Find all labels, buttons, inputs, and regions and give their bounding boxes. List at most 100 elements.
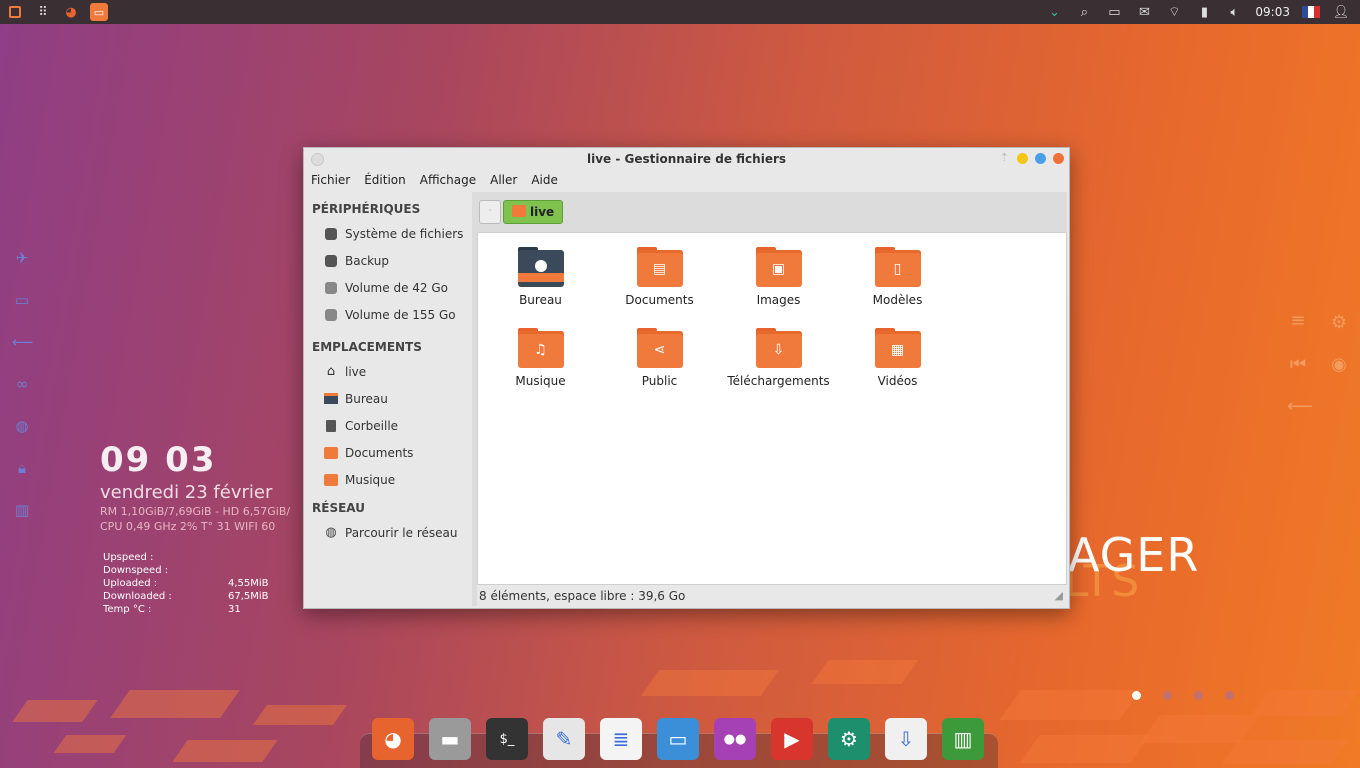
menu-affichage[interactable]: Affichage bbox=[413, 170, 483, 190]
trash-icon[interactable]: ▥ bbox=[942, 718, 984, 760]
menubar: Fichier Édition Affichage Aller Aide bbox=[304, 170, 1069, 190]
menu-aller[interactable]: Aller bbox=[483, 170, 524, 190]
software-install-icon[interactable]: ⇩ bbox=[885, 718, 927, 760]
resize-grip-icon[interactable]: ◢ bbox=[1055, 586, 1063, 606]
widget-cpu: CPU 0,49 GHz 2% T° 31 WIFI 60 bbox=[100, 520, 276, 533]
screenshot-icon[interactable]: ▭ bbox=[657, 718, 699, 760]
drive-icon bbox=[324, 227, 338, 241]
back-arrow-icon[interactable]: ⟵ bbox=[1287, 396, 1313, 418]
text-editor-icon[interactable]: ✎ bbox=[543, 718, 585, 760]
mail-icon[interactable]: ✉ bbox=[1135, 3, 1153, 21]
sidebar: PÉRIPHÉRIQUES Système de fichiers Backup… bbox=[304, 192, 472, 606]
path-back-button[interactable]: · bbox=[479, 200, 501, 224]
file-manager-icon[interactable]: ▭ bbox=[90, 3, 108, 21]
sidebar-item-volume-42[interactable]: Volume de 42 Go bbox=[304, 274, 472, 301]
clock-widget: 09 03 vendredi 23 février RM 1,10GiB/7,6… bbox=[100, 440, 290, 533]
mask-icon[interactable]: ∞ bbox=[12, 374, 32, 394]
file-item-telechargements[interactable]: ⇩ Téléchargements bbox=[719, 324, 838, 399]
plane-icon[interactable]: ✈ bbox=[12, 248, 32, 268]
file-item-modeles[interactable]: ▯ Modèles bbox=[838, 243, 957, 318]
panel-clock[interactable]: 09:03 bbox=[1255, 5, 1290, 19]
public-folder-icon: ⋖ bbox=[636, 328, 683, 368]
menu-icon[interactable] bbox=[6, 3, 24, 21]
file-manager-icon[interactable]: ▬ bbox=[429, 718, 471, 760]
menu-fichier[interactable]: Fichier bbox=[304, 170, 357, 190]
window-menu-icon[interactable] bbox=[311, 153, 324, 166]
lock-icon[interactable]: 🔒︎ bbox=[12, 458, 32, 478]
user-icon[interactable]: 👤︎ bbox=[1332, 3, 1350, 21]
eye-icon[interactable]: ◉ bbox=[1328, 354, 1350, 376]
workspace-dot[interactable] bbox=[1132, 691, 1141, 700]
sidebar-section-title: RÉSEAU bbox=[312, 501, 365, 515]
desktop-folder-icon bbox=[517, 247, 564, 287]
french-flag-icon[interactable] bbox=[1302, 3, 1320, 21]
file-item-musique[interactable]: ♫ Musique bbox=[481, 324, 600, 399]
window-title: live - Gestionnaire de fichiers bbox=[586, 152, 787, 166]
terminal-icon[interactable]: $_ bbox=[486, 718, 528, 760]
file-manager-window: live - Gestionnaire de fichiers ⇡ Fichie… bbox=[303, 147, 1070, 609]
chevron-down-icon[interactable]: ⌄ bbox=[1045, 3, 1063, 21]
media-player-icon[interactable]: ●● bbox=[714, 718, 756, 760]
list-icon[interactable]: ≡ bbox=[1287, 310, 1309, 332]
folder-icon bbox=[324, 473, 338, 487]
path-button-live[interactable]: live bbox=[503, 200, 564, 224]
sidebar-item-live[interactable]: ⌂ live bbox=[304, 358, 472, 385]
volume-icon[interactable]: 🔈︎ bbox=[1225, 3, 1243, 21]
maximize-button[interactable] bbox=[1035, 153, 1046, 164]
wifi-icon[interactable]: ⌔ bbox=[1165, 3, 1183, 21]
location-toolbar: · live bbox=[477, 192, 1067, 232]
sidebar-section-title: EMPLACEMENTS bbox=[312, 340, 422, 354]
search-icon[interactable]: ⌕ bbox=[1075, 3, 1093, 21]
menu-aide[interactable]: Aide bbox=[524, 170, 565, 190]
pin-icon[interactable]: ⇡ bbox=[1000, 151, 1009, 164]
file-item-bureau[interactable]: Bureau bbox=[481, 243, 600, 318]
widget-date: vendredi 23 février bbox=[100, 482, 273, 503]
brand-title: AGER bbox=[1068, 528, 1200, 582]
status-text: 8 éléments, espace libre : 39,6 Go bbox=[479, 589, 686, 603]
left-launcher: ✈ ▭ ⟵ ∞ ◍ 🔒︎ ▥ bbox=[12, 248, 34, 520]
file-view[interactable]: Bureau ▤ Documents ▣ Images ▯ Modèles ♫ … bbox=[477, 232, 1067, 585]
arrow-left-icon[interactable]: ⟵ bbox=[12, 332, 34, 352]
file-item-public[interactable]: ⋖ Public bbox=[600, 324, 719, 399]
images-folder-icon: ▣ bbox=[755, 247, 802, 287]
youtube-icon[interactable]: ▶ bbox=[771, 718, 813, 760]
widget-time: 09 03 bbox=[100, 440, 217, 480]
downloads-folder-icon: ⇩ bbox=[755, 328, 802, 368]
stat-row: Uploaded :4,55MiB bbox=[103, 578, 269, 589]
clipboard-icon[interactable]: ▮ bbox=[1195, 3, 1213, 21]
menu-edition[interactable]: Édition bbox=[357, 170, 413, 190]
file-item-documents[interactable]: ▤ Documents bbox=[600, 243, 719, 318]
sidebar-item-backup[interactable]: Backup bbox=[304, 247, 472, 274]
workspace-dot[interactable] bbox=[1194, 691, 1203, 700]
sidebar-item-bureau[interactable]: Bureau bbox=[304, 385, 472, 412]
file-item-videos[interactable]: ▦ Vidéos bbox=[838, 324, 957, 399]
chart-icon[interactable]: ▥ bbox=[12, 500, 32, 520]
sidebar-item-network[interactable]: ◍ Parcourir le réseau bbox=[304, 519, 472, 546]
stat-row: Downloaded :67,5MiB bbox=[103, 591, 269, 602]
sidebar-item-filesystem[interactable]: Système de fichiers bbox=[304, 220, 472, 247]
firefox-icon[interactable]: ◕ bbox=[62, 3, 80, 21]
sidebar-item-volume-155[interactable]: Volume de 155 Go bbox=[304, 301, 472, 328]
globe-icon[interactable]: ◍ bbox=[12, 416, 32, 436]
gear-icon[interactable]: ⚙ bbox=[1328, 312, 1350, 334]
workspace-dot[interactable] bbox=[1163, 691, 1172, 700]
videos-folder-icon: ▦ bbox=[874, 328, 921, 368]
drive-icon bbox=[324, 281, 338, 295]
settings-icon[interactable]: ⚙ bbox=[828, 718, 870, 760]
workspace-dot[interactable] bbox=[1225, 691, 1234, 700]
screen-icon[interactable]: ▭ bbox=[12, 290, 32, 310]
sidebar-item-documents[interactable]: Documents bbox=[304, 439, 472, 466]
writer-icon[interactable]: ≣ bbox=[600, 718, 642, 760]
minimize-button[interactable] bbox=[1017, 153, 1028, 164]
sidebar-item-corbeille[interactable]: Corbeille bbox=[304, 412, 472, 439]
apps-grid-icon[interactable]: ⠿ bbox=[34, 3, 52, 21]
skip-back-icon[interactable]: ⏮︎ bbox=[1287, 354, 1309, 376]
firefox-icon[interactable]: ◕ bbox=[372, 718, 414, 760]
sidebar-item-musique[interactable]: Musique bbox=[304, 466, 472, 493]
file-item-images[interactable]: ▣ Images bbox=[719, 243, 838, 318]
close-button[interactable] bbox=[1053, 153, 1064, 164]
drive-icon bbox=[324, 254, 338, 268]
home-icon: ⌂ bbox=[326, 364, 336, 379]
display-icon[interactable]: ▭ bbox=[1105, 3, 1123, 21]
window-titlebar[interactable]: live - Gestionnaire de fichiers ⇡ bbox=[304, 148, 1069, 170]
